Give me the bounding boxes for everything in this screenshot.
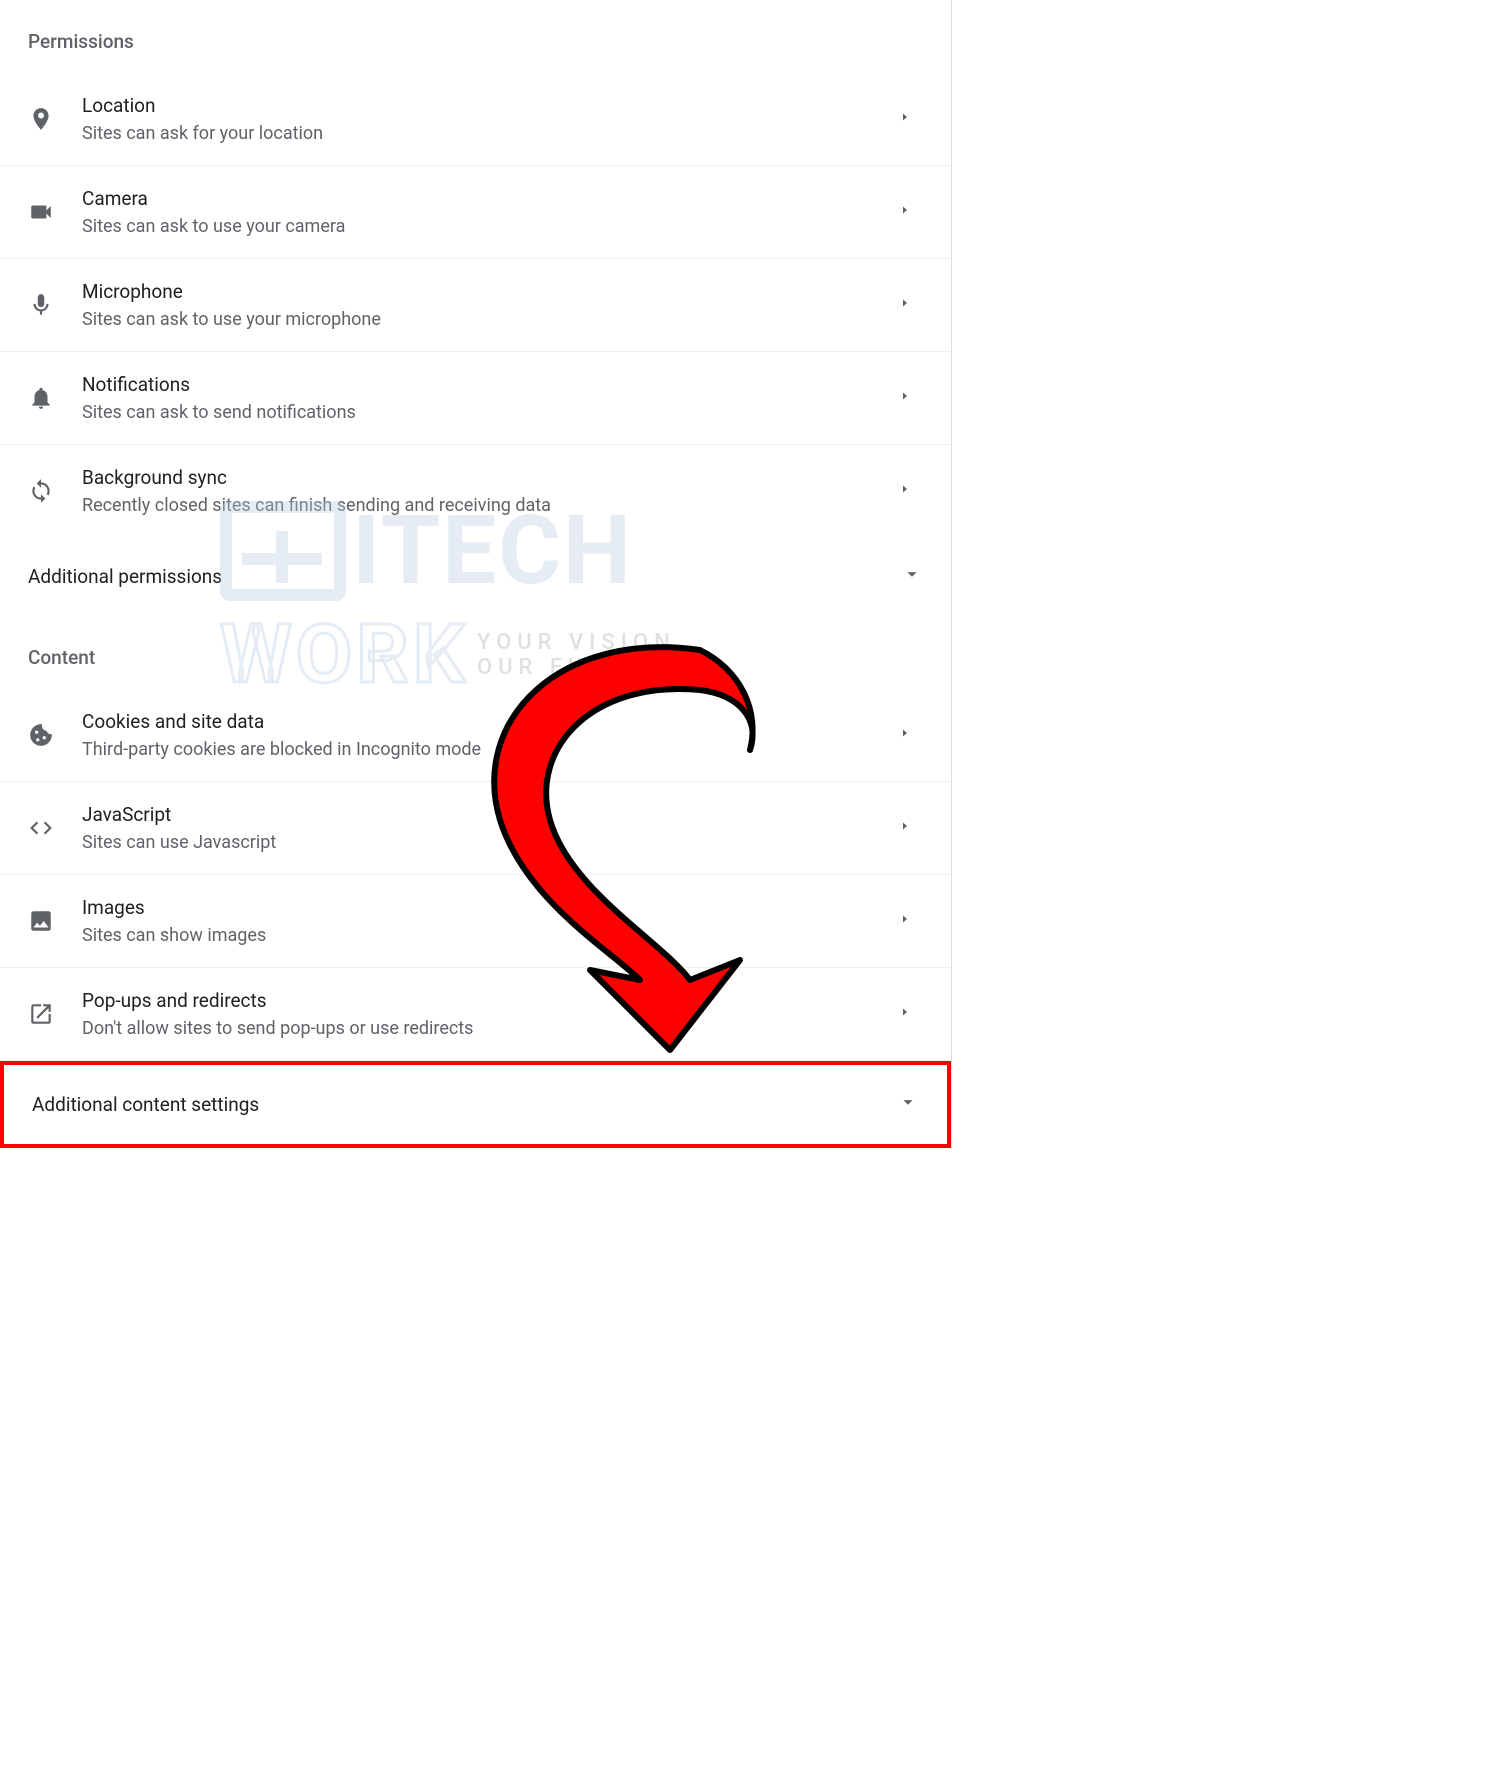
chevron-right-icon — [899, 483, 923, 499]
images-sub: Sites can show images — [82, 925, 899, 946]
images-title: Images — [82, 896, 899, 919]
microphone-icon — [28, 292, 82, 318]
notifications-row[interactable]: Notifications Sites can ask to send noti… — [0, 352, 951, 445]
cookie-icon — [28, 722, 82, 748]
cookies-sub: Third-party cookies are blocked in Incog… — [82, 739, 899, 760]
chevron-down-icon — [901, 563, 923, 590]
notifications-sub: Sites can ask to send notifications — [82, 402, 899, 423]
chevron-right-icon — [899, 390, 923, 406]
settings-page: Permissions Location Sites can ask for y… — [0, 0, 952, 1148]
images-row[interactable]: Images Sites can show images — [0, 875, 951, 968]
javascript-sub: Sites can use Javascript — [82, 832, 899, 853]
camera-row[interactable]: Camera Sites can ask to use your camera — [0, 166, 951, 259]
microphone-row[interactable]: Microphone Sites can ask to use your mic… — [0, 259, 951, 352]
notifications-title: Notifications — [82, 373, 899, 396]
sync-icon — [28, 478, 82, 504]
chevron-right-icon — [899, 1006, 923, 1022]
chevron-right-icon — [899, 111, 923, 127]
location-icon — [28, 106, 82, 132]
camera-icon — [28, 199, 82, 225]
cookies-row[interactable]: Cookies and site data Third-party cookie… — [0, 689, 951, 782]
code-icon — [28, 815, 82, 841]
camera-sub: Sites can ask to use your camera — [82, 216, 899, 237]
chevron-right-icon — [899, 820, 923, 836]
chevron-right-icon — [899, 204, 923, 220]
permissions-header: Permissions — [0, 0, 951, 73]
background-sync-title: Background sync — [82, 466, 899, 489]
chevron-down-icon — [897, 1091, 919, 1118]
microphone-sub: Sites can ask to use your microphone — [82, 309, 899, 330]
bell-icon — [28, 385, 82, 411]
popups-title: Pop-ups and redirects — [82, 989, 899, 1012]
chevron-right-icon — [899, 297, 923, 313]
chevron-right-icon — [899, 913, 923, 929]
popups-row[interactable]: Pop-ups and redirects Don't allow sites … — [0, 968, 951, 1061]
location-row[interactable]: Location Sites can ask for your location — [0, 73, 951, 166]
javascript-title: JavaScript — [82, 803, 899, 826]
popups-sub: Don't allow sites to send pop-ups or use… — [82, 1018, 899, 1039]
background-sync-row[interactable]: Background sync Recently closed sites ca… — [0, 445, 951, 537]
camera-title: Camera — [82, 187, 899, 210]
content-header: Content — [0, 616, 951, 689]
image-icon — [28, 908, 82, 934]
location-sub: Sites can ask for your location — [82, 123, 899, 144]
microphone-title: Microphone — [82, 280, 899, 303]
cookies-title: Cookies and site data — [82, 710, 899, 733]
popup-icon — [28, 1001, 82, 1027]
additional-permissions-label: Additional permissions — [28, 565, 901, 588]
chevron-right-icon — [899, 727, 923, 743]
additional-content-settings-row[interactable]: Additional content settings — [0, 1061, 951, 1148]
location-title: Location — [82, 94, 899, 117]
javascript-row[interactable]: JavaScript Sites can use Javascript — [0, 782, 951, 875]
background-sync-sub: Recently closed sites can finish sending… — [82, 495, 899, 516]
additional-content-settings-label: Additional content settings — [32, 1093, 897, 1116]
additional-permissions-row[interactable]: Additional permissions — [0, 537, 951, 616]
